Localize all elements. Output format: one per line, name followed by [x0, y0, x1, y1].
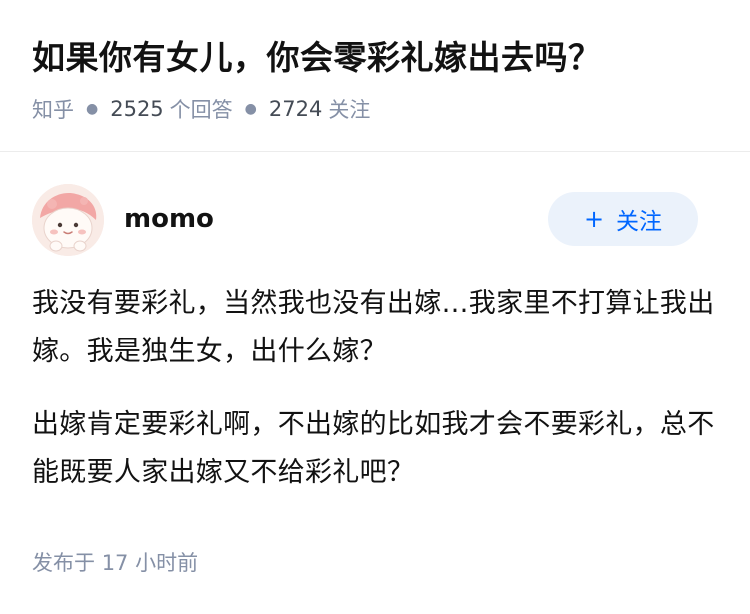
- plus-icon: +: [583, 205, 605, 233]
- answer-content: 我没有要彩礼，当然我也没有出嫁…我家里不打算让我出嫁。我是独生女，出什么嫁？ 出…: [32, 280, 722, 522]
- follow-button-label: 关注: [616, 209, 663, 235]
- question-header: 如果你有女儿，你会零彩礼嫁出去吗？ 知乎 ● 2525 个回答 ● 2724 关…: [0, 0, 750, 152]
- source-label: 知乎: [32, 98, 74, 122]
- answer-paragraph: 出嫁肯定要彩礼啊，不出嫁的比如我才会不要彩礼，总不能既要人家出嫁又不给彩礼吧？: [32, 409, 715, 488]
- published-time: 17 小时前: [101, 551, 199, 575]
- question-meta: 知乎 ● 2525 个回答 ● 2724 关注: [32, 94, 370, 124]
- follower-count-label: 关注: [328, 98, 371, 122]
- question-title[interactable]: 如果你有女儿，你会零彩礼嫁出去吗？: [32, 34, 602, 82]
- answer-count: 2525: [110, 97, 164, 121]
- follower-count: 2724: [268, 97, 323, 121]
- author-avatar[interactable]: [32, 184, 104, 256]
- answer-count-label: 个回答: [169, 98, 233, 122]
- follow-button[interactable]: + 关注: [548, 192, 698, 246]
- separator-dot: ●: [244, 101, 257, 117]
- published-label: 发布于: [32, 551, 95, 575]
- answer-publish-time: 发布于 17 小时前: [32, 546, 198, 580]
- author-name[interactable]: momo: [124, 202, 214, 236]
- answer-author-row: momo + 关注: [32, 184, 718, 256]
- separator-dot: ●: [86, 101, 99, 117]
- answer-paragraph: 我没有要彩礼，当然我也没有出嫁…我家里不打算让我出嫁。我是独生女，出什么嫁？: [32, 288, 715, 367]
- cartoon-avatar-icon: [32, 184, 104, 256]
